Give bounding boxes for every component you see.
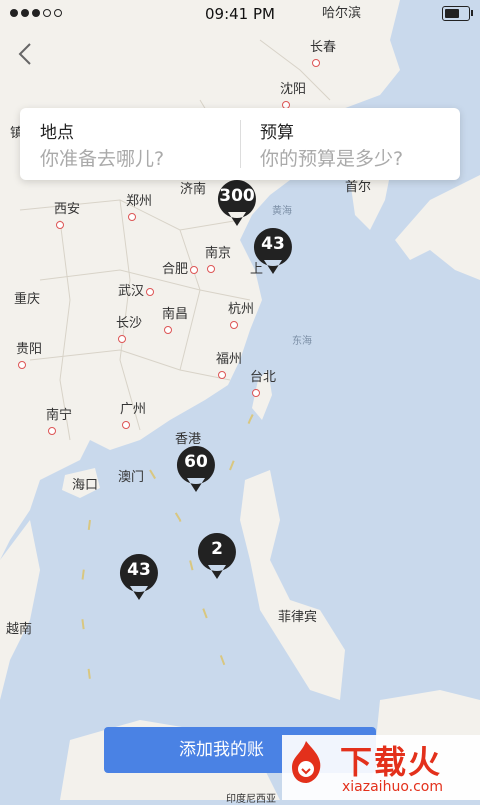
map-pin[interactable]: 300 <box>216 178 258 228</box>
location-input[interactable]: 你准备去哪儿? <box>40 144 164 171</box>
location-field[interactable]: 地点 你准备去哪儿? <box>20 108 240 180</box>
watermark-url: xiazaihuo.com <box>342 779 443 795</box>
search-card: 地点 你准备去哪儿? 预算 你的预算是多少? <box>20 108 460 180</box>
city-shenyang: 沈阳 <box>280 78 306 112</box>
city-fuzhou: 福州 <box>216 348 242 382</box>
map-pin[interactable]: 2 <box>196 531 238 581</box>
budget-field[interactable]: 预算 你的预算是多少? <box>240 108 460 180</box>
city-nanjing: 南京 <box>205 242 231 276</box>
chevron-left-icon <box>18 43 31 65</box>
map-pin[interactable]: 60 <box>175 444 217 494</box>
watermark: 下载火 xiazaihuo.com <box>282 735 480 800</box>
battery-icon <box>442 6 473 21</box>
city-jinan: 济南 <box>180 182 207 197</box>
map-pin[interactable]: 43 <box>118 552 160 602</box>
city-changsha: 长沙 <box>116 312 142 346</box>
sea-east: 东海 <box>292 336 312 347</box>
map-pin[interactable]: 43 <box>252 226 294 276</box>
city-xian: 西安 <box>54 198 80 232</box>
budget-input[interactable]: 你的预算是多少? <box>260 144 403 171</box>
city-nanning: 南宁 <box>46 404 72 438</box>
budget-label: 预算 <box>260 123 294 143</box>
city-guangzhou: 广州 <box>120 398 146 432</box>
city-guiyang: 贵阳 <box>16 338 42 372</box>
pin-count: 2 <box>211 539 223 559</box>
city-zhengzhou: 郑州 <box>126 190 152 224</box>
city-haikou: 海口 <box>72 478 99 493</box>
city-taibei: 台北 <box>250 366 276 400</box>
city-changchun: 长春 <box>310 36 336 70</box>
pin-count: 60 <box>184 452 208 472</box>
city-aomen: 澳门 <box>118 470 145 485</box>
location-label: 地点 <box>40 123 74 143</box>
city-wuhan: 武汉 <box>118 280 156 299</box>
city-haerbin: 哈尔滨 <box>322 6 362 21</box>
city-yindunixiya: 印度尼西亚 <box>226 794 276 805</box>
pin-count: 300 <box>219 186 255 206</box>
flame-logo-icon <box>292 741 321 783</box>
pin-count: 43 <box>261 234 285 254</box>
pin-count: 43 <box>127 560 151 580</box>
city-hefei: 合肥 <box>162 258 200 277</box>
city-nanchang: 南昌 <box>162 303 188 337</box>
watermark-text: 下载火 <box>340 743 443 781</box>
city-chongqing: 重庆 <box>14 292 41 307</box>
status-bar: 09:41 PM <box>0 0 480 28</box>
sea-yellow: 黄海 <box>272 206 292 217</box>
back-button[interactable] <box>14 40 38 68</box>
city-yuenan: 越南 <box>6 622 33 637</box>
city-hangzhou: 杭州 <box>228 298 254 332</box>
city-feilvbin: 菲律宾 <box>278 610 318 625</box>
status-time: 09:41 PM <box>205 5 275 23</box>
